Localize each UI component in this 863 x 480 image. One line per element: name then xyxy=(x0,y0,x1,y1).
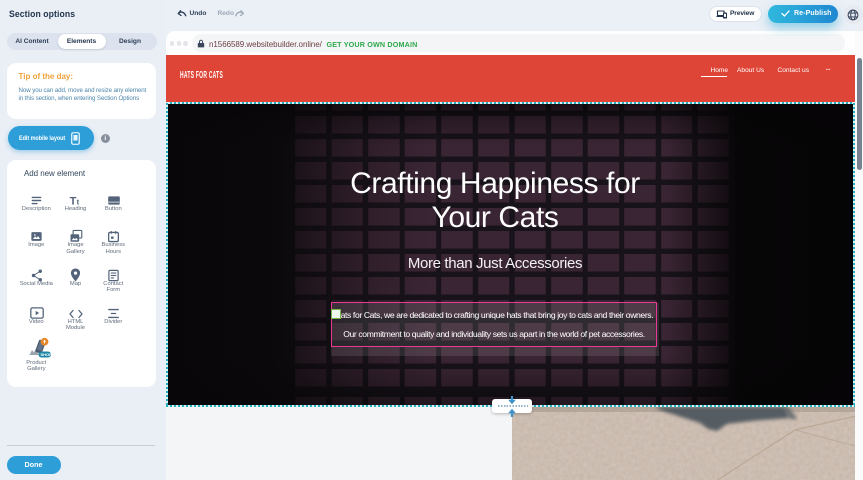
svg-text:SHOP: SHOP xyxy=(41,352,53,357)
